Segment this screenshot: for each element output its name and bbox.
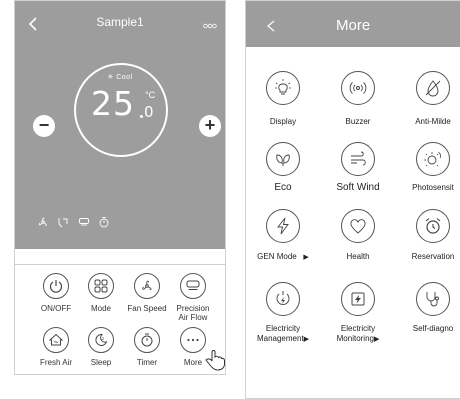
fan-speed-label: Fan Speed xyxy=(127,304,167,313)
eco-button[interactable]: Eco xyxy=(248,142,318,193)
self-diagnosis-label: Self-diagno xyxy=(412,324,454,333)
electricity-management-arrow-icon: ▶ xyxy=(303,336,310,343)
fan-speed-button[interactable]: Fan Speed xyxy=(125,273,169,313)
precision-air-flow-button[interactable]: Precision Air Flow xyxy=(171,273,215,322)
stethoscope-icon xyxy=(426,292,439,307)
mode-icon xyxy=(94,279,108,293)
fresh-air-icon xyxy=(48,333,64,346)
plus-icon: + xyxy=(204,115,216,135)
gen-mode-button[interactable]: GEN Mode ▶ xyxy=(248,209,318,263)
temperature-value: 25 xyxy=(91,84,135,123)
sleep-icon: z xyxy=(95,333,108,346)
timer-icon xyxy=(141,333,153,347)
heart-icon xyxy=(350,219,366,234)
on-off-label: ON/OFF xyxy=(40,304,72,313)
timer-button[interactable]: Timer xyxy=(125,327,169,367)
status-icons xyxy=(37,215,114,228)
sun-icon xyxy=(424,151,442,167)
gen-mode-arrow-icon: ▶ xyxy=(303,254,309,261)
buzzer-button[interactable]: Buzzer xyxy=(323,71,393,127)
more-header: More xyxy=(246,1,460,47)
page-title: More xyxy=(336,17,371,34)
electricity-monitoring-arrow-icon: ▶ xyxy=(373,336,380,343)
alarm-icon xyxy=(425,218,441,234)
electricity-monitoring-label: Electricity Monitoring▶ xyxy=(336,324,380,343)
health-button[interactable]: Health xyxy=(323,209,393,262)
mode-button[interactable]: Mode xyxy=(79,273,123,313)
eco-label: Eco xyxy=(274,182,292,193)
electricity-monitoring-icon xyxy=(351,292,365,306)
soft-wind-button[interactable]: Soft Wind xyxy=(323,142,393,193)
bulb-icon xyxy=(275,79,291,95)
soft-wind-label: Soft Wind xyxy=(336,182,380,193)
minus-icon: − xyxy=(38,115,50,135)
timer-label: Timer xyxy=(136,358,158,367)
sleep-button[interactable]: z Sleep xyxy=(79,327,123,367)
buzzer-label: Buzzer xyxy=(345,117,371,126)
main-header: Sample1 ✳ Cool 25 °C 0 − + xyxy=(15,1,225,249)
anti-mildew-button[interactable]: Anti-Milde xyxy=(398,71,460,127)
section-divider xyxy=(15,264,225,265)
svg-text:z: z xyxy=(102,336,104,341)
hand-pointer-icon xyxy=(205,350,225,371)
more-screen: More Display Buzzer Anti-Milde Eco Soft … xyxy=(245,0,460,399)
more-icon xyxy=(187,338,199,342)
increase-temp-button[interactable]: + xyxy=(199,115,221,137)
electricity-monitoring-button[interactable]: Electricity Monitoring▶ xyxy=(323,282,393,345)
photosensitive-button[interactable]: Photosensit xyxy=(398,142,460,193)
timer-status-icon xyxy=(99,217,109,228)
sleep-label: Sleep xyxy=(90,358,112,367)
leaf-icon xyxy=(276,154,290,166)
self-diagnosis-button[interactable]: Self-diagno xyxy=(398,282,460,334)
buzzer-icon xyxy=(349,82,367,94)
display-label: Display xyxy=(269,117,297,126)
mode-label: Mode xyxy=(90,304,111,313)
on-off-button[interactable]: ON/OFF xyxy=(34,273,78,313)
mode-indicator: ✳ Cool xyxy=(107,74,133,81)
main-screen: Sample1 ✳ Cool 25 °C 0 − + ON/OFF Mode F… xyxy=(14,0,226,375)
anti-mildew-icon xyxy=(425,80,441,97)
back-icon[interactable] xyxy=(266,20,276,32)
power-icon xyxy=(49,280,63,293)
fan-status-icon xyxy=(38,217,47,226)
fresh-air-label: Fresh Air xyxy=(39,358,72,367)
decrease-temp-button[interactable]: − xyxy=(33,115,55,137)
airflow-icon xyxy=(186,280,200,290)
anti-mildew-label: Anti-Milde xyxy=(415,117,451,126)
menu-dots-icon[interactable] xyxy=(203,22,217,30)
swing-status-icon xyxy=(59,218,68,228)
photosensitive-label: Photosensit xyxy=(412,183,454,192)
temperature-decimal: 0 xyxy=(144,103,154,121)
wind-icon xyxy=(351,151,366,166)
gen-mode-label: GEN Mode ▶ xyxy=(257,252,309,261)
electricity-management-icon xyxy=(276,291,290,305)
electricity-management-button[interactable]: Electricity Management▶ xyxy=(248,282,318,345)
reservation-button[interactable]: Reservation xyxy=(398,209,460,262)
fan-icon xyxy=(142,280,152,290)
fresh-air-button[interactable]: Fresh Air xyxy=(34,327,78,367)
health-label: Health xyxy=(346,252,370,261)
airflow-status-icon xyxy=(78,218,89,226)
reservation-label: Reservation xyxy=(411,252,455,261)
electricity-management-label: Electricity Management▶ xyxy=(256,324,310,343)
precision-air-flow-label: Precision Air Flow xyxy=(176,304,210,322)
decimal-point xyxy=(140,115,143,118)
device-title: Sample1 xyxy=(96,15,144,29)
lightning-icon xyxy=(277,217,289,235)
temperature-unit: °C xyxy=(145,90,156,100)
display-button[interactable]: Display xyxy=(248,71,318,127)
